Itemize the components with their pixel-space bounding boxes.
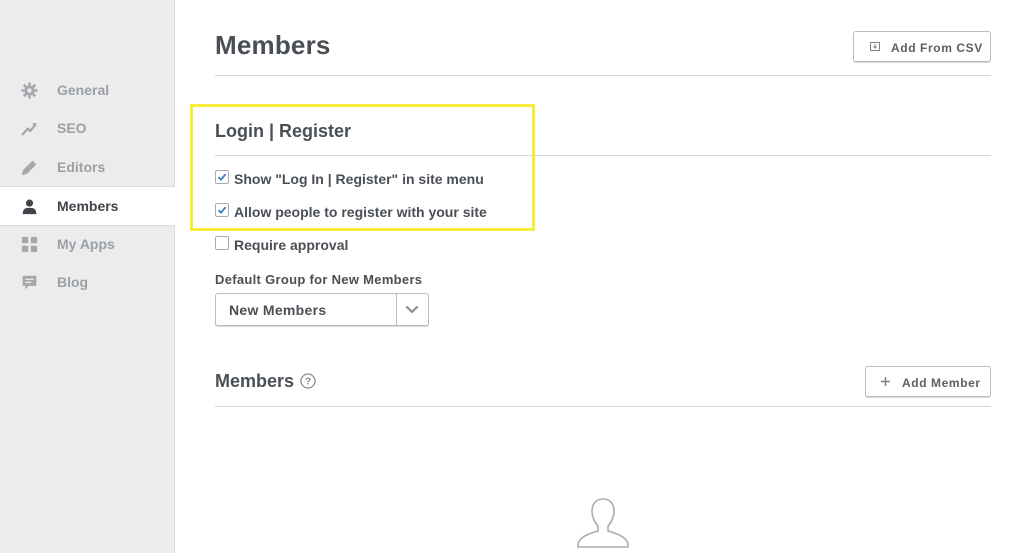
show-login-register-checkbox[interactable] (215, 170, 229, 184)
add-member-button[interactable]: Add Member (865, 366, 991, 397)
chevron-down-icon[interactable] (404, 303, 420, 317)
add-member-label: Add Member (902, 376, 981, 390)
require-approval-option[interactable]: Require approval (215, 236, 349, 253)
sidebar: General SEO Editors Members My Apps Blog (0, 0, 175, 553)
comment-icon (22, 275, 37, 290)
sidebar-item-my-apps[interactable]: My Apps (0, 225, 174, 263)
add-from-csv-button[interactable]: Add From CSV (853, 31, 991, 62)
sidebar-item-label: Blog (57, 274, 89, 290)
sidebar-item-label: Editors (57, 159, 106, 175)
sidebar-item-label: General (57, 82, 110, 98)
sidebar-item-label: SEO (57, 120, 87, 136)
default-group-select[interactable]: New Members (215, 293, 429, 326)
sidebar-item-members[interactable]: Members (0, 186, 175, 226)
require-approval-label: Require approval (234, 237, 349, 253)
show-login-register-label: Show "Log In | Register" in site menu (234, 171, 484, 187)
member-placeholder-icon (577, 498, 629, 548)
divider (215, 155, 991, 156)
page-title: Members (215, 30, 331, 60)
sidebar-item-label: Members (57, 198, 119, 214)
checkmark-icon (217, 173, 227, 181)
sidebar-item-seo[interactable]: SEO (0, 109, 174, 147)
sidebar-item-label: My Apps (57, 236, 115, 252)
divider (215, 75, 991, 76)
members-section-title: Members (215, 371, 295, 391)
login-register-title: Login | Register (215, 121, 352, 141)
select-divider (396, 294, 397, 325)
sidebar-item-blog[interactable]: Blog (0, 263, 174, 301)
sidebar-item-general[interactable]: General (0, 71, 174, 109)
allow-register-label: Allow people to register with your site (234, 204, 487, 220)
gear-icon (21, 82, 38, 99)
sidebar-item-editors[interactable]: Editors (0, 148, 174, 186)
import-file-icon (870, 42, 880, 51)
divider (215, 406, 991, 407)
allow-register-option[interactable]: Allow people to register with your site (215, 203, 487, 220)
person-icon (22, 199, 37, 215)
default-group-label: Default Group for New Members (215, 272, 423, 287)
trend-icon (21, 122, 37, 136)
add-from-csv-label: Add From CSV (891, 41, 983, 55)
default-group-value: New Members (229, 302, 327, 318)
require-approval-checkbox[interactable] (215, 236, 229, 250)
apps-grid-icon (21, 236, 38, 253)
svg-text:?: ? (305, 377, 311, 388)
checkmark-icon (217, 206, 227, 214)
allow-register-checkbox[interactable] (215, 203, 229, 217)
help-icon[interactable]: ? (300, 373, 316, 389)
plus-icon (881, 377, 890, 386)
show-login-register-option[interactable]: Show "Log In | Register" in site menu (215, 170, 484, 187)
pencil-icon (21, 160, 37, 176)
